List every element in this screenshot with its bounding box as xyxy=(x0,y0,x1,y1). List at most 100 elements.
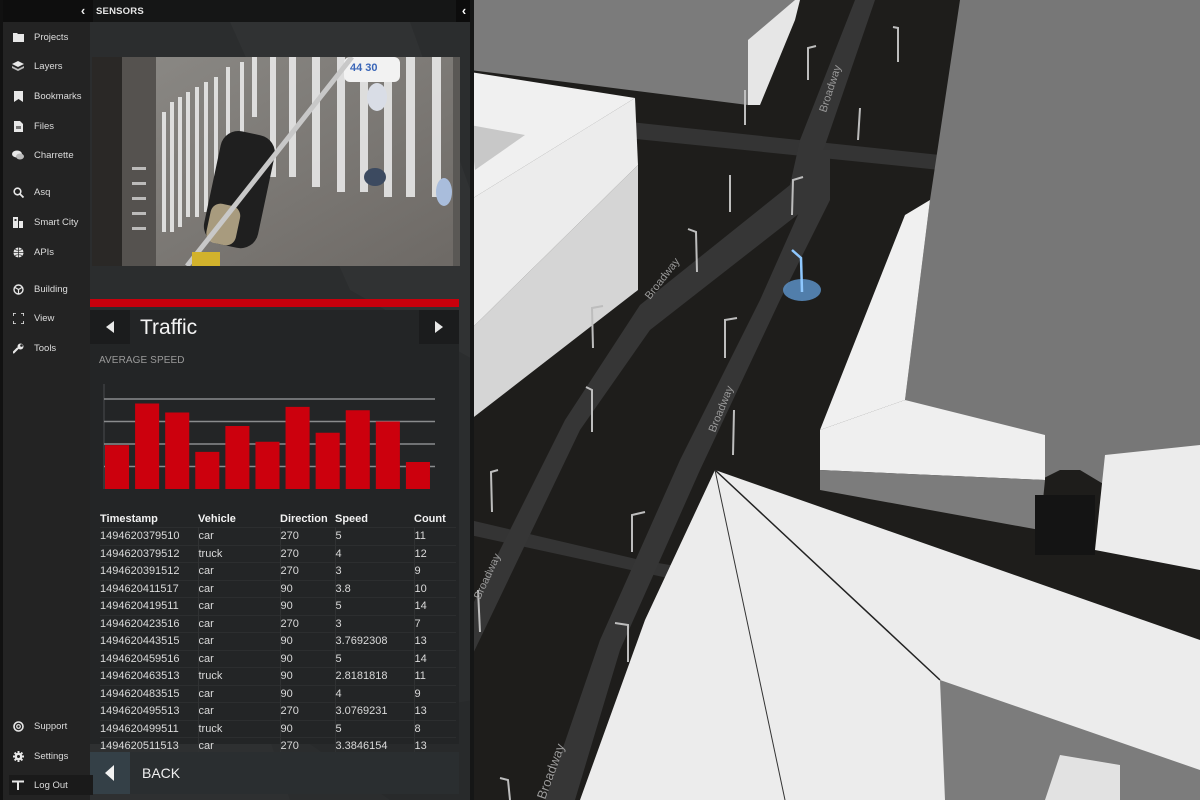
cell-timestamp: 1494620423516 xyxy=(100,617,180,630)
sidebar-item-label: Smart City xyxy=(34,216,79,228)
sidebar-item-layers[interactable]: Layers xyxy=(9,56,93,76)
cell-speed: 3.7692308 xyxy=(334,632,414,650)
column-header-vehicle[interactable]: Vehicle xyxy=(198,511,280,528)
cell-vehicle: truck xyxy=(197,545,280,563)
sidebar-item-settings[interactable]: Settings xyxy=(9,746,93,766)
cell-count: 9 xyxy=(413,562,456,580)
sidebar-item-apis[interactable]: APIs xyxy=(9,242,93,262)
table-row[interactable]: 1494620443515 car 90 3.7692308 13 xyxy=(100,632,456,650)
table-row[interactable]: 1494620459516 car 90 5 14 xyxy=(100,650,456,668)
sidebar-item-label: Asq xyxy=(34,186,51,198)
table-row[interactable]: 1494620483515 car 90 4 9 xyxy=(100,685,456,703)
sidebar-item-label: APIs xyxy=(34,246,55,258)
column-header-timestamp[interactable]: Timestamp xyxy=(100,511,198,528)
globe-icon xyxy=(12,246,24,258)
sidebar-item-label: Log Out xyxy=(34,779,68,791)
svg-text:44 30: 44 30 xyxy=(350,62,378,74)
app-root: Broadway Broadway Broadway Broadway Broa… xyxy=(0,0,1200,800)
chart-bar[interactable] xyxy=(195,451,220,489)
table-row[interactable]: 1494620379512 truck 270 4 12 xyxy=(100,545,456,563)
cell-direction: 90 xyxy=(279,720,335,738)
sidebar-item-smart-city[interactable]: Smart City xyxy=(9,212,93,232)
cell-timestamp: 1494620463513 xyxy=(100,670,180,682)
chart-bar[interactable] xyxy=(135,403,160,490)
previous-sensor-button[interactable] xyxy=(90,310,130,344)
sidebar-item-charrette[interactable]: Charrette xyxy=(9,145,93,165)
cell-vehicle: car xyxy=(197,580,280,598)
chart-bar[interactable] xyxy=(225,426,250,489)
sidebar-item-label: Support xyxy=(34,720,68,732)
cell-count: 8 xyxy=(413,720,456,738)
main-sidebar: ‹ Projects Layers Bookmarks Files Charrette A… xyxy=(0,0,93,800)
cell-vehicle: car xyxy=(197,632,280,650)
sidebar-item-bookmarks[interactable]: Bookmarks xyxy=(9,86,93,106)
table-row[interactable]: 1494620379510 car 270 5 11 xyxy=(100,527,456,545)
table-row[interactable]: 1494620411517 car 90 3.8 10 xyxy=(100,580,456,598)
table-row[interactable]: 1494620423516 car 270 3 7 xyxy=(100,615,456,633)
cell-vehicle: car xyxy=(197,562,280,580)
cell-speed: 4 xyxy=(334,685,414,703)
cell-count: 7 xyxy=(413,615,456,633)
cell-speed: 5 xyxy=(334,650,414,668)
sidebar-item-label: Files xyxy=(34,120,55,132)
cell-timestamp: 1494620495513 xyxy=(100,705,180,717)
cell-speed: 5 xyxy=(334,527,414,545)
sidebar-item-files[interactable]: Files xyxy=(9,116,93,136)
sidebar-item-view[interactable]: View xyxy=(9,308,93,328)
cell-speed: 5 xyxy=(334,597,414,615)
cell-count: 10 xyxy=(413,580,456,598)
table-row[interactable]: 1494620499511 truck 90 5 8 xyxy=(100,720,456,738)
cell-timestamp: 1494620443515 xyxy=(100,635,180,647)
sidebar-item-tools[interactable]: Tools xyxy=(9,338,93,358)
sidebar-item-asq[interactable]: Asq xyxy=(9,182,93,202)
sidebar-item-projects[interactable]: Projects xyxy=(9,27,93,47)
table-row[interactable]: 1494620391512 car 270 3 9 xyxy=(100,562,456,580)
table-row[interactable]: 1494620463513 truck 90 2.8181818 11 xyxy=(100,667,456,685)
chart-bar[interactable] xyxy=(285,406,310,489)
back-label[interactable]: BACK xyxy=(142,752,180,795)
sidebar-item-building[interactable]: Building xyxy=(9,279,93,299)
chart-bar[interactable] xyxy=(105,445,130,489)
cell-direction: 90 xyxy=(279,650,335,668)
chart-bar[interactable] xyxy=(255,441,280,489)
cube-icon xyxy=(12,283,24,295)
next-sensor-button[interactable] xyxy=(419,310,459,344)
collapse-sidebar-button[interactable]: ‹ xyxy=(73,0,93,22)
camera-feed-image: 44 30 xyxy=(92,57,460,266)
cell-speed: 2.8181818 xyxy=(334,667,414,685)
average-speed-chart xyxy=(103,384,435,490)
cell-speed: 3 xyxy=(334,562,414,580)
sidebar-item-label: Tools xyxy=(34,342,57,354)
sensor-accent-bar xyxy=(90,299,459,307)
chart-bar[interactable] xyxy=(345,410,370,489)
cell-count: 12 xyxy=(413,545,456,563)
chart-bar[interactable] xyxy=(405,462,430,489)
table-row[interactable]: 1494620419511 car 90 5 14 xyxy=(100,597,456,615)
cell-direction: 90 xyxy=(279,597,335,615)
chart-title: AVERAGE SPEED xyxy=(99,355,185,366)
sidebar-item-support[interactable]: Support xyxy=(9,716,93,736)
panel-header: SENSORS ‹ xyxy=(90,0,474,22)
street-lamp xyxy=(732,409,735,456)
sidebar-item-label: View xyxy=(34,312,55,324)
chevron-left-icon: ‹ xyxy=(80,3,86,18)
cell-vehicle: car xyxy=(197,685,280,703)
back-button[interactable] xyxy=(90,752,130,794)
sensor-data-section: AVERAGE SPEED Timestamp Vehicle Directio… xyxy=(90,344,459,755)
sidebar-item-log-out[interactable]: Log Out xyxy=(9,775,93,795)
sensor-selector: Traffic xyxy=(90,310,459,344)
cell-direction: 270 xyxy=(279,562,335,580)
camera-feed[interactable]: 44 30 xyxy=(92,57,460,266)
column-header-speed[interactable]: Speed xyxy=(335,511,414,528)
bookmark-icon xyxy=(12,90,24,102)
layers-icon xyxy=(12,60,24,72)
cell-count: 14 xyxy=(413,650,456,668)
smart-city-icon xyxy=(12,216,24,228)
table-row[interactable]: 1494620495513 car 270 3.0769231 13 xyxy=(100,702,456,720)
chart-bar[interactable] xyxy=(375,421,400,490)
chart-bar[interactable] xyxy=(315,432,340,489)
column-header-direction[interactable]: Direction xyxy=(280,511,335,528)
cell-timestamp: 1494620459516 xyxy=(100,652,180,665)
chart-bar[interactable] xyxy=(165,412,190,490)
column-header-count[interactable]: Count xyxy=(414,511,456,528)
